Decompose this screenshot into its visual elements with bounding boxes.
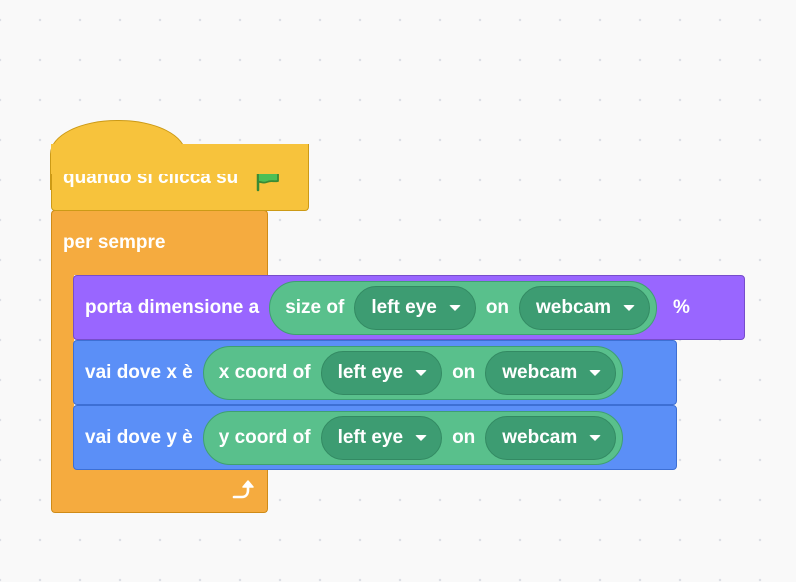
forever-block-arm	[51, 272, 74, 480]
chevron-down-icon	[448, 304, 461, 311]
x-coord-reporter[interactable]: x coord of left eye on webcam	[202, 345, 624, 400]
forever-block-label: per sempre	[63, 232, 166, 253]
y-coord-label: y coord of	[218, 426, 311, 448]
body-part-value: left eye	[337, 426, 404, 448]
chevron-down-icon	[589, 434, 602, 441]
y-coord-reporter[interactable]: y coord of left eye on webcam	[202, 410, 624, 465]
forever-block-footer[interactable]	[51, 468, 268, 513]
chevron-down-icon	[589, 369, 602, 376]
chevron-down-icon	[415, 434, 428, 441]
source-value: webcam	[502, 426, 578, 448]
body-part-dropdown[interactable]: left eye	[354, 285, 476, 330]
forever-block[interactable]: per sempre	[51, 210, 268, 275]
on-label: on	[485, 296, 510, 318]
set-size-label: porta dimensione a	[85, 296, 260, 318]
source-value: webcam	[502, 361, 578, 383]
source-value: webcam	[536, 296, 612, 318]
loop-arrow-icon	[229, 478, 255, 502]
on-label: on	[452, 426, 476, 448]
go-to-y-label: vai dove y è	[85, 426, 193, 448]
source-dropdown[interactable]: webcam	[519, 285, 651, 330]
go-to-x-label: vai dove x è	[85, 361, 193, 383]
source-dropdown[interactable]: webcam	[485, 415, 617, 460]
go-to-y-block[interactable]: vai dove y è y coord of left eye on webc…	[73, 405, 677, 470]
body-part-value: left eye	[371, 296, 437, 318]
size-of-reporter[interactable]: size of left eye on webcam	[269, 280, 658, 335]
x-coord-label: x coord of	[218, 361, 311, 383]
body-part-dropdown[interactable]: left eye	[320, 415, 443, 460]
hat-block-cap-fill	[51, 144, 309, 174]
chevron-down-icon	[415, 369, 428, 376]
body-part-value: left eye	[337, 361, 404, 383]
go-to-x-block[interactable]: vai dove x è x coord of left eye on webc…	[73, 340, 677, 405]
body-part-dropdown[interactable]: left eye	[320, 350, 443, 395]
on-label: on	[452, 361, 476, 383]
chevron-down-icon	[623, 304, 636, 311]
size-of-label: size of	[285, 296, 345, 318]
set-size-block[interactable]: porta dimensione a size of left eye on w…	[73, 275, 745, 340]
percent-label: %	[673, 296, 690, 318]
source-dropdown[interactable]: webcam	[485, 350, 617, 395]
